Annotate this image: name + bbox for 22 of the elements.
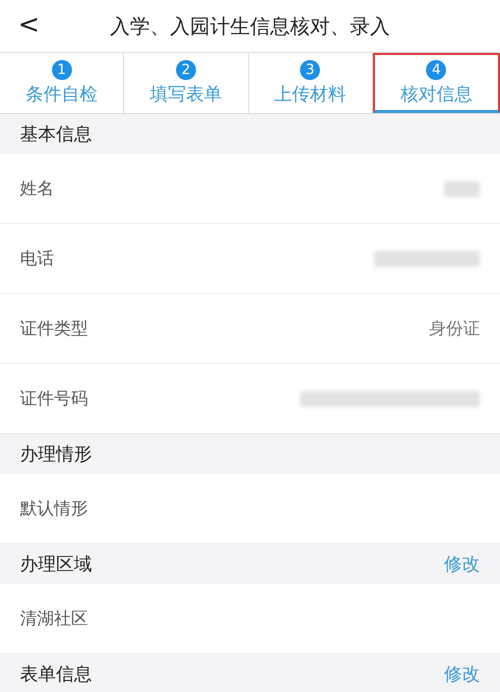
step-number-badge: 3 [300, 60, 320, 80]
edit-link[interactable]: 修改 [444, 552, 480, 576]
back-button[interactable]: < [18, 10, 40, 40]
field-label: 姓名 [20, 178, 54, 200]
field-label: 默认情形 [20, 498, 88, 520]
section-title: 办理区域 [20, 553, 92, 576]
field-label: 证件类型 [20, 318, 88, 340]
step-tab[interactable]: 2 填写表单 [124, 53, 248, 113]
section-title: 办理情形 [20, 443, 92, 466]
step-tab[interactable]: 1 条件自检 [0, 53, 124, 113]
step-number-badge: 2 [176, 60, 196, 80]
edit-link[interactable]: 修改 [444, 662, 480, 686]
field-value: 身份证 [429, 318, 480, 340]
section-title: 表单信息 [20, 663, 92, 686]
field-label: 证件号码 [20, 388, 88, 410]
page-title: 入学、入园计生信息核对、录入 [110, 12, 390, 40]
field-label: 电话 [20, 248, 54, 270]
section-title: 基本信息 [20, 123, 92, 146]
step-number-badge: 4 [426, 60, 446, 80]
step-number-badge: 1 [52, 60, 72, 80]
step-tab[interactable]: 3 上传材料 [248, 53, 373, 113]
field-label: 清湖社区 [20, 608, 88, 630]
